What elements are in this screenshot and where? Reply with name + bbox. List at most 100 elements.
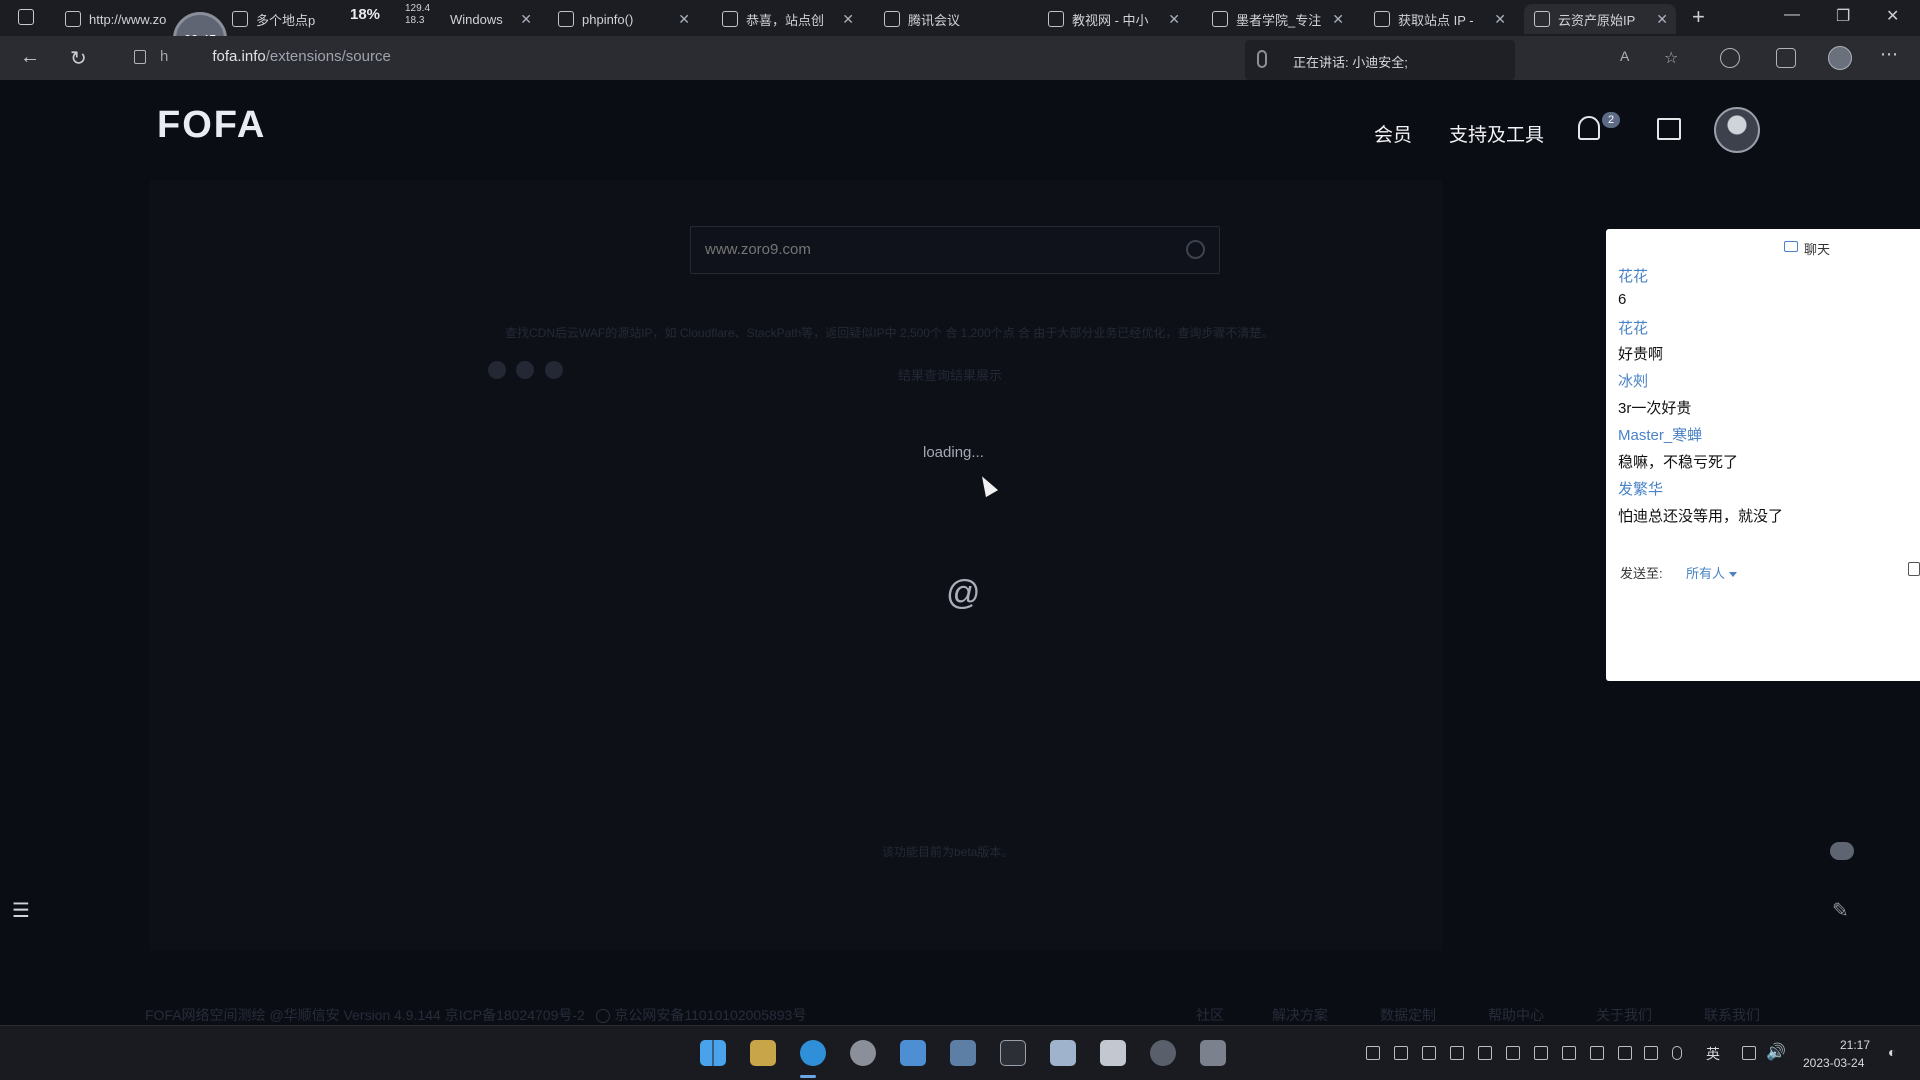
nav-tools[interactable]: 支持及工具 bbox=[1449, 120, 1544, 147]
url-path: /extensions/source bbox=[265, 48, 391, 65]
network-icon[interactable] bbox=[1742, 1046, 1756, 1060]
tab-mozhe[interactable]: 墨者学院_专注 ✕ bbox=[1202, 4, 1352, 34]
collections-icon[interactable] bbox=[1776, 48, 1796, 68]
footer-link-about[interactable]: 关于我们 bbox=[1596, 1005, 1652, 1025]
chrome-icon[interactable] bbox=[850, 1040, 876, 1066]
tab-congrats[interactable]: 恭喜，站点创 ✕ bbox=[712, 4, 862, 34]
active-indicator bbox=[800, 1075, 816, 1078]
clock-time[interactable]: 21:17 bbox=[1840, 1038, 1870, 1052]
tab-education[interactable]: 教视网 - 中小 ✕ bbox=[1038, 4, 1188, 34]
tab-close-icon[interactable]: ✕ bbox=[678, 11, 690, 28]
url-field[interactable]: h fofa.info/extensions/source bbox=[160, 48, 391, 65]
tray-app-icon[interactable] bbox=[1366, 1046, 1380, 1060]
menu-list-icon[interactable]: ☰ bbox=[12, 898, 30, 923]
bell-icon[interactable] bbox=[1578, 116, 1600, 140]
start-icon[interactable] bbox=[700, 1040, 726, 1066]
sidebar-toggle-icon[interactable] bbox=[18, 9, 34, 25]
tray-battery-icon[interactable] bbox=[1644, 1046, 1658, 1060]
document-icon[interactable] bbox=[1100, 1040, 1126, 1066]
edge-icon[interactable] bbox=[800, 1040, 826, 1066]
edit-icon[interactable]: ✎ bbox=[1832, 898, 1849, 923]
tray-app-icon[interactable] bbox=[1506, 1046, 1520, 1060]
refresh-icon[interactable]: ↻ bbox=[70, 46, 87, 71]
clock-date[interactable]: 2023-03-24 bbox=[1803, 1056, 1864, 1070]
speaking-indicator: 正在讲话: 小迪安全; bbox=[1245, 40, 1515, 80]
window-dot-icon bbox=[545, 361, 563, 379]
footer-link-help[interactable]: 帮助中心 bbox=[1488, 1005, 1544, 1025]
beta-note: 该功能目前为beta版本。 bbox=[882, 845, 1014, 859]
chat-icon bbox=[1784, 241, 1798, 252]
favorite-icon[interactable]: ☆ bbox=[1664, 48, 1684, 68]
tab-windows[interactable]: Windows ✕ bbox=[440, 4, 540, 34]
search-input[interactable] bbox=[705, 241, 1165, 258]
tab-close-icon[interactable]: ✕ bbox=[1494, 11, 1506, 28]
tab-close-icon[interactable]: ✕ bbox=[842, 11, 854, 28]
url-host: fofa.info bbox=[212, 48, 266, 65]
tab-tencent-meeting[interactable]: 腾讯会议 bbox=[874, 4, 1024, 34]
steam-icon[interactable] bbox=[1150, 1040, 1176, 1066]
tab-label: 获取站点 IP - bbox=[1398, 12, 1474, 28]
tray-app-icon[interactable] bbox=[1478, 1046, 1492, 1060]
extensions-icon[interactable] bbox=[1720, 48, 1740, 68]
tab-multi-location[interactable]: 多个地点p bbox=[222, 4, 340, 34]
fofa-logo[interactable]: FOFA bbox=[157, 104, 266, 147]
tab-get-site-ip[interactable]: 获取站点 IP - ✕ bbox=[1364, 4, 1514, 34]
police-record[interactable]: 京公网安备11010102005893号 bbox=[614, 1007, 806, 1023]
file-explorer-icon[interactable] bbox=[750, 1040, 776, 1066]
tab-zoro9[interactable]: http://www.zo bbox=[55, 4, 190, 34]
maximize-icon[interactable]: ❐ bbox=[1836, 6, 1850, 26]
footer-link-solutions[interactable]: 解决方案 bbox=[1272, 1005, 1328, 1025]
send-to-select[interactable]: 所有人 bbox=[1686, 563, 1737, 582]
close-window-icon[interactable]: ✕ bbox=[1886, 6, 1899, 26]
input-language[interactable]: 英 bbox=[1706, 1044, 1720, 1064]
tray-app-icon[interactable] bbox=[1590, 1046, 1604, 1060]
tab-phpinfo[interactable]: phpinfo() ✕ bbox=[548, 4, 698, 34]
chat-message: 6 bbox=[1618, 291, 1627, 308]
tab-close-icon[interactable]: ✕ bbox=[1332, 11, 1344, 28]
translate-icon[interactable] bbox=[1657, 118, 1681, 140]
footer-link-contact[interactable]: 联系我们 bbox=[1704, 1005, 1760, 1025]
tray-app-icon[interactable] bbox=[1562, 1046, 1576, 1060]
tab-close-icon[interactable]: ✕ bbox=[1656, 11, 1668, 28]
tab-label: 教视网 - 中小 bbox=[1072, 12, 1149, 28]
minimize-icon[interactable]: — bbox=[1784, 6, 1800, 24]
chat-bubble-icon[interactable] bbox=[1830, 842, 1854, 860]
tray-app-icon[interactable] bbox=[1618, 1046, 1632, 1060]
photos-icon[interactable] bbox=[950, 1040, 976, 1066]
tray-mic-icon[interactable] bbox=[1672, 1046, 1682, 1060]
notification-center-icon[interactable]: ◐ bbox=[1888, 1044, 1896, 1060]
read-aloud-icon[interactable]: A bbox=[1620, 48, 1640, 68]
profile-icon[interactable] bbox=[1828, 46, 1852, 70]
mic-icon bbox=[1257, 50, 1267, 68]
tab-cloud-asset[interactable]: 云资产原始IP ✕ bbox=[1524, 4, 1676, 34]
window-dot-icon bbox=[516, 361, 534, 379]
chat-sender: 花花 bbox=[1618, 268, 1649, 285]
tab-close-icon[interactable]: ✕ bbox=[1168, 11, 1180, 28]
nav-member[interactable]: 会员 bbox=[1374, 120, 1412, 147]
tray-shield-icon[interactable] bbox=[1394, 1046, 1408, 1060]
new-tab-button[interactable]: + bbox=[1692, 4, 1705, 30]
tray-app-icon[interactable] bbox=[1534, 1046, 1548, 1060]
loading-text: loading... bbox=[923, 444, 984, 461]
terminal-icon[interactable] bbox=[1000, 1040, 1026, 1066]
vm-icon[interactable] bbox=[1200, 1040, 1226, 1066]
footer-link-data[interactable]: 数据定制 bbox=[1380, 1005, 1436, 1025]
chat-message: 怕迪总还没等用，就没了 bbox=[1618, 508, 1784, 525]
tab-label: 多个地点p bbox=[256, 12, 316, 28]
chat-file-icon[interactable] bbox=[1908, 562, 1920, 576]
app-icon[interactable] bbox=[900, 1040, 926, 1066]
search-icon[interactable] bbox=[1186, 240, 1205, 259]
tab-page-icon bbox=[558, 11, 574, 27]
tray-app-icon[interactable] bbox=[1422, 1046, 1436, 1060]
tray-app-icon[interactable] bbox=[1450, 1046, 1464, 1060]
tab-page-icon bbox=[722, 11, 738, 27]
more-icon[interactable]: ⋯ bbox=[1880, 44, 1898, 65]
tab-close-icon[interactable]: ✕ bbox=[520, 11, 532, 28]
description-text: 查找CDN后云WAF的源站IP，如 Cloudflare、StackPath等，… bbox=[505, 326, 1274, 340]
volume-icon[interactable]: 🔊 bbox=[1766, 1042, 1786, 1062]
avatar[interactable] bbox=[1714, 107, 1760, 153]
notepad-icon[interactable] bbox=[1050, 1040, 1076, 1066]
footer-link-community[interactable]: 社区 bbox=[1196, 1005, 1224, 1025]
back-icon[interactable]: ← bbox=[20, 46, 40, 69]
content-panel bbox=[150, 180, 1442, 950]
